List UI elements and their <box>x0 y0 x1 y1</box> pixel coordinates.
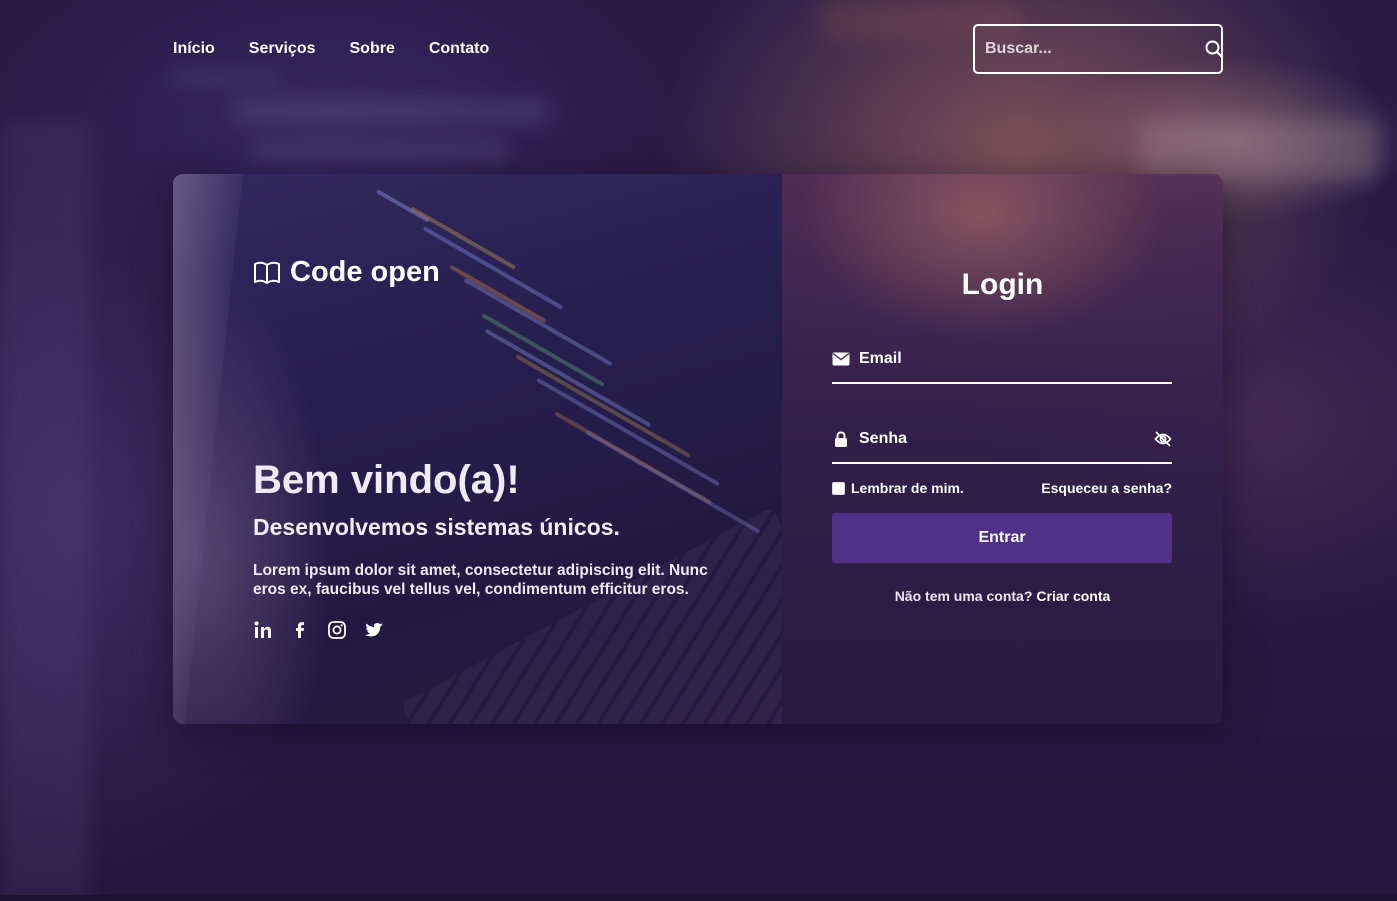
instagram-icon[interactable] <box>327 620 347 640</box>
search-icon[interactable] <box>1204 39 1224 59</box>
welcome-text: Lorem ipsum dolor sit amet, consectetur … <box>253 562 708 598</box>
nav-link-inicio[interactable]: Início <box>173 40 215 58</box>
welcome-title: Bem vindo(a)! <box>253 458 520 502</box>
forgot-password-link[interactable]: Esqueceu a senha? <box>1041 480 1172 496</box>
nav-link-contato[interactable]: Contato <box>429 40 489 58</box>
login-panel: Login Lembrar de mim. Esqueceu a senha? … <box>782 174 1223 724</box>
mail-icon <box>832 350 850 368</box>
no-account-text: Não tem uma conta? <box>894 588 1033 604</box>
nav-link-servicos[interactable]: Serviços <box>249 40 316 58</box>
twitter-icon[interactable] <box>364 620 384 640</box>
create-account-link[interactable]: Criar conta <box>1036 588 1110 604</box>
nav-link-sobre[interactable]: Sobre <box>350 40 395 58</box>
welcome-panel: Code open Bem vindo(a)! Desenvolvemos si… <box>173 174 782 724</box>
remember-me[interactable]: Lembrar de mim. <box>832 480 964 496</box>
eye-slash-icon[interactable] <box>1154 430 1172 448</box>
linkedin-icon[interactable] <box>253 620 273 640</box>
remember-label: Lembrar de mim. <box>851 480 964 496</box>
login-options: Lembrar de mim. Esqueceu a senha? <box>832 480 1172 496</box>
submit-button[interactable]: Entrar <box>832 513 1172 563</box>
facebook-icon[interactable] <box>290 620 310 640</box>
email-field[interactable] <box>859 350 1172 368</box>
password-field[interactable] <box>859 430 1145 448</box>
remember-checkbox[interactable] <box>832 481 845 495</box>
welcome-subtitle: Desenvolvemos sistemas únicos. <box>253 514 620 540</box>
brand-title: Code open <box>290 256 440 288</box>
lock-icon <box>832 430 850 448</box>
signup-prompt: Não tem uma conta? Criar conta <box>782 588 1223 604</box>
password-field-wrapper <box>832 416 1172 464</box>
email-field-wrapper <box>832 336 1172 384</box>
social-links <box>253 620 384 640</box>
login-card: Code open Bem vindo(a)! Desenvolvemos si… <box>173 174 1223 724</box>
login-title: Login <box>961 268 1044 301</box>
main-nav: Início Serviços Sobre Contato <box>173 40 489 58</box>
open-book-icon <box>253 260 281 286</box>
brand: Code open <box>253 256 440 289</box>
search-box <box>973 24 1223 74</box>
welcome-block: Bem vindo(a)! Desenvolvemos sistemas úni… <box>253 460 742 599</box>
search-input[interactable] <box>985 40 1204 58</box>
